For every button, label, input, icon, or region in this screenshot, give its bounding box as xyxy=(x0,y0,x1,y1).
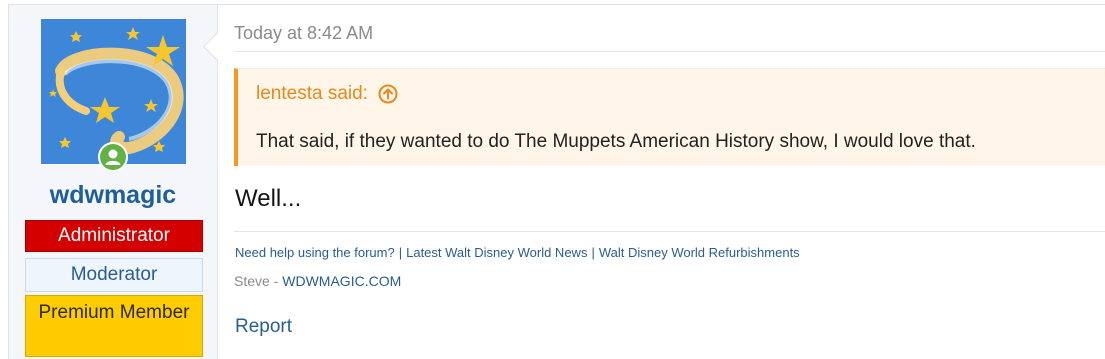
wdw-refurbishments-link[interactable]: Walt Disney World Refurbishments xyxy=(599,245,800,260)
username-link[interactable]: wdwmagic xyxy=(9,181,217,210)
quote-text: That said, if they wanted to do The Mupp… xyxy=(256,131,976,152)
quote-author-label: lentesta said: xyxy=(256,83,368,104)
forum-help-link[interactable]: Need help using the forum? xyxy=(235,245,395,260)
separator: | xyxy=(398,245,403,260)
post-date-link[interactable]: Today at 8:42 AM xyxy=(234,23,373,44)
report-link[interactable]: Report xyxy=(235,316,292,338)
signature-dash: - xyxy=(269,273,283,289)
signature-divider xyxy=(234,231,1105,232)
wdw-news-link[interactable]: Latest Walt Disney World News xyxy=(406,245,587,260)
premium-member-badge: Premium Member xyxy=(25,295,203,357)
signature-name-line: Steve - WDWMAGIC.COM xyxy=(234,273,401,289)
divider xyxy=(234,51,1105,52)
quote-block: lentesta said: That said, if they wanted… xyxy=(234,68,1105,166)
signature-name: Steve xyxy=(234,273,270,289)
administrator-badge: Administrator xyxy=(25,220,203,252)
jump-to-quote-icon[interactable] xyxy=(378,84,398,104)
user-info-column: wdwmagic Administrator Moderator Premium… xyxy=(9,5,218,359)
user-online-icon xyxy=(100,144,126,170)
signature-links: Need help using the forum? | Latest Walt D… xyxy=(235,245,800,260)
online-status-indicator xyxy=(98,142,128,172)
quote-author-link[interactable]: lentesta said: xyxy=(256,83,398,105)
post-body-text: Well... xyxy=(235,185,302,212)
message-content: Today at 8:42 AM lentesta said: That sai… xyxy=(234,5,1105,359)
separator: | xyxy=(591,245,595,260)
site-link[interactable]: WDWMAGIC.COM xyxy=(282,273,401,289)
forum-post: wdwmagic Administrator Moderator Premium… xyxy=(8,4,1105,359)
moderator-badge: Moderator xyxy=(25,258,203,292)
